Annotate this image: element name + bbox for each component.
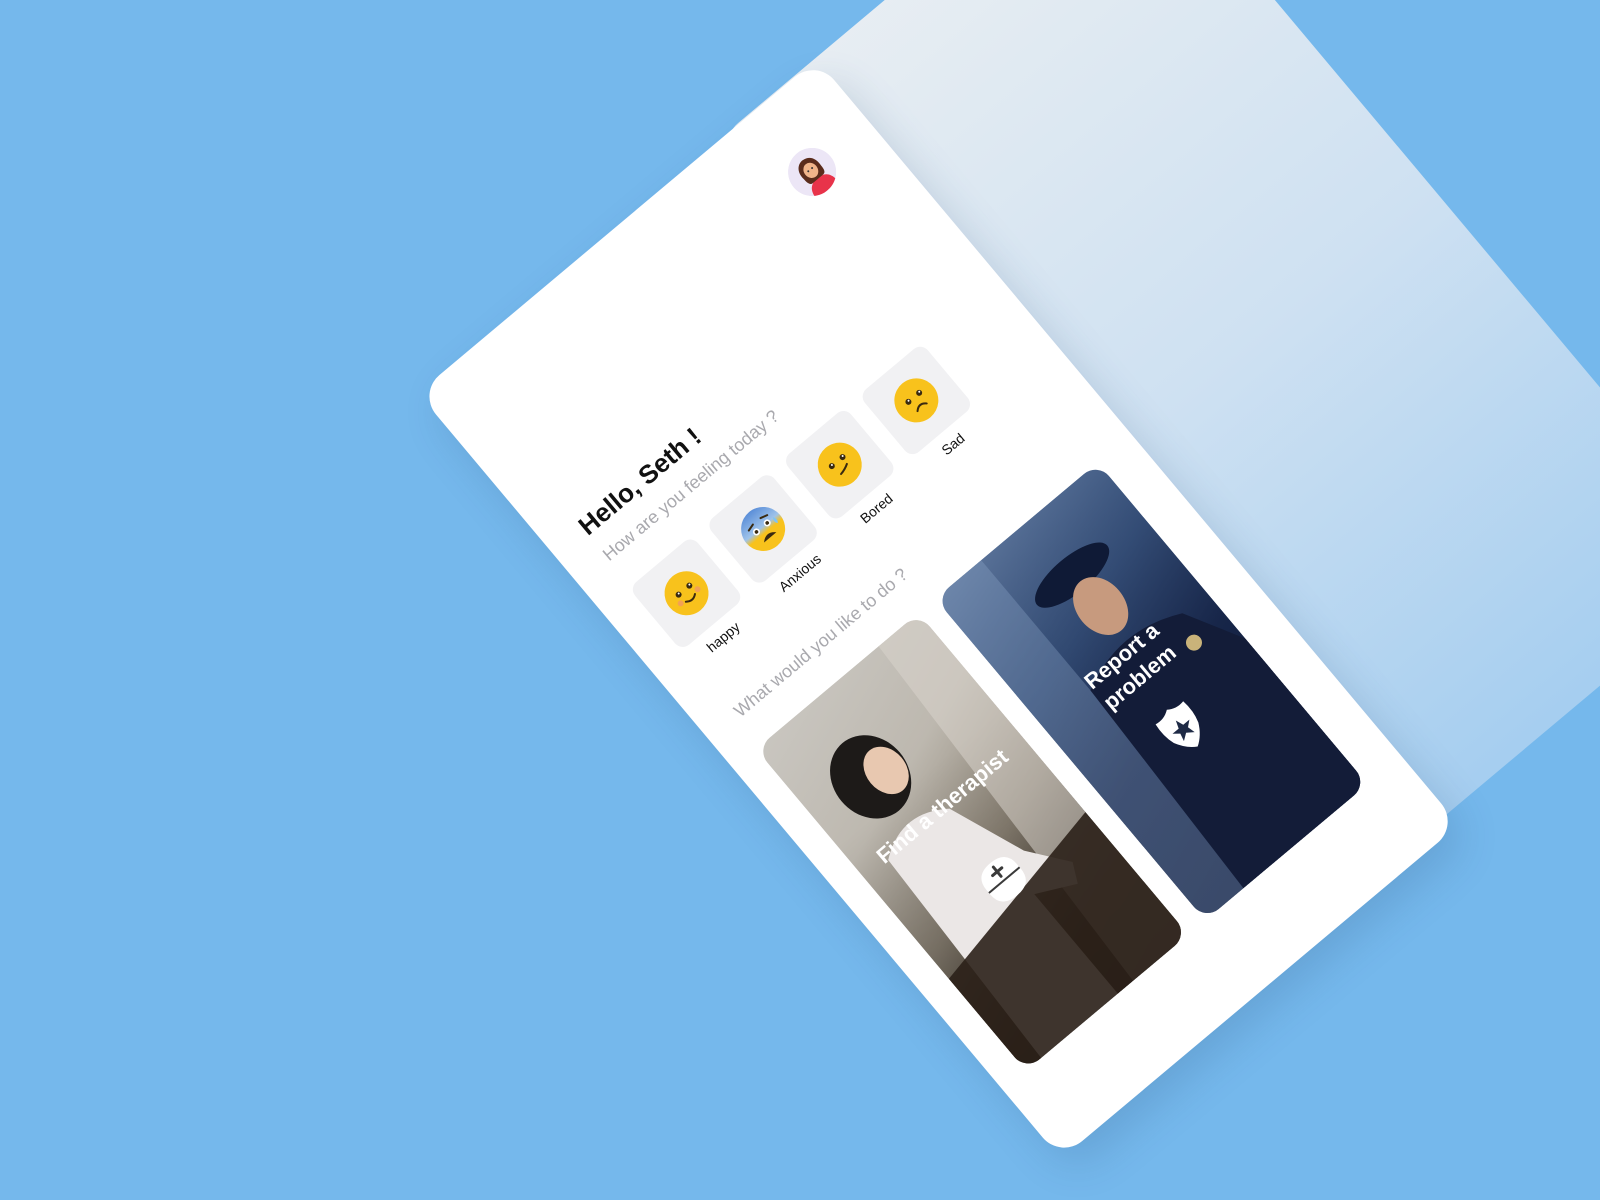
anxious-face-icon — [741, 506, 786, 551]
bored-face-icon — [817, 442, 862, 487]
avatar-icon — [788, 147, 839, 200]
avatar[interactable] — [778, 138, 846, 206]
happy-face-icon — [664, 571, 709, 616]
sad-face-icon — [894, 378, 939, 423]
stage: Hello, Seth ! How are you feeling today … — [0, 0, 1600, 1200]
mood-label: Sad — [938, 429, 968, 459]
